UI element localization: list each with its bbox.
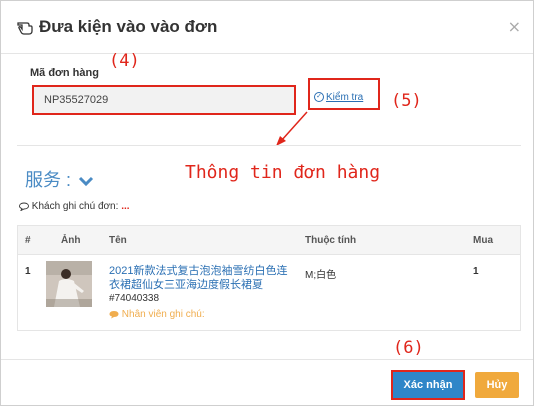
header-name: Tên: [109, 235, 127, 246]
header-qty: Mua: [473, 235, 493, 246]
check-circle-icon: ✓: [314, 92, 324, 103]
order-code-input[interactable]: [32, 85, 296, 115]
comment-icon: [19, 202, 29, 212]
product-attribute: M;白色: [305, 270, 337, 281]
order-code-label: Mã đơn hàng: [30, 67, 99, 79]
confirm-button-highlight: Xác nhận: [391, 370, 465, 400]
customer-note: Khách ghi chú đơn: ...: [19, 201, 130, 212]
product-qty: 1: [473, 266, 479, 277]
dialog-header: Đưa kiện vào vào đơn ×: [1, 1, 533, 54]
check-button-label: Kiểm tra: [326, 92, 364, 103]
hand-pointer-icon: [17, 22, 33, 35]
footer-divider: [1, 359, 533, 360]
check-button-highlight: ✓ Kiểm tra: [308, 78, 380, 110]
order-items-table: # Ảnh Tên Thuộc tính Mua 1 2021新款法式复古泡泡袖…: [17, 225, 521, 331]
service-label: 服务 :: [25, 170, 72, 190]
header-attribute: Thuộc tính: [305, 235, 357, 246]
customer-note-value: ...: [121, 201, 130, 212]
add-package-dialog: Đưa kiện vào vào đơn × (4) (5) Thông tin…: [0, 0, 534, 406]
annotation-order-info: Thông tin đơn hàng: [185, 162, 381, 183]
section-divider: [17, 145, 521, 146]
header-image: Ảnh: [61, 235, 81, 246]
comment-icon: [109, 310, 119, 319]
product-name-link[interactable]: 2021新款法式复古泡泡袖雪纺白色连衣裙超仙女三亚海边度假长裙夏: [109, 264, 289, 292]
table-header: # Ảnh Tên Thuộc tính Mua: [18, 226, 520, 255]
check-button[interactable]: ✓ Kiểm tra: [314, 92, 363, 103]
annotation-step-4: (4): [109, 51, 140, 71]
chevron-down-icon: [78, 177, 94, 187]
header-index: #: [25, 235, 31, 246]
staff-note-label: Nhân viên ghi chú:: [121, 309, 205, 320]
service-toggle[interactable]: 服务 :: [25, 166, 94, 192]
product-thumbnail[interactable]: [46, 261, 92, 307]
annotation-step-6: (6): [393, 338, 424, 358]
annotation-arrow-icon: [276, 111, 308, 146]
annotation-step-5: (5): [391, 91, 422, 111]
row-index: 1: [25, 266, 31, 277]
cancel-button[interactable]: Hủy: [475, 372, 519, 398]
close-icon[interactable]: ×: [508, 17, 521, 36]
confirm-button[interactable]: Xác nhận: [395, 374, 461, 396]
product-photo-icon: [46, 261, 92, 307]
customer-note-label: Khách ghi chú đơn:: [31, 201, 119, 212]
staff-note[interactable]: Nhân viên ghi chú:: [109, 309, 205, 320]
dialog-title: Đưa kiện vào vào đơn: [39, 17, 218, 36]
product-sku: #74040338: [109, 293, 160, 304]
